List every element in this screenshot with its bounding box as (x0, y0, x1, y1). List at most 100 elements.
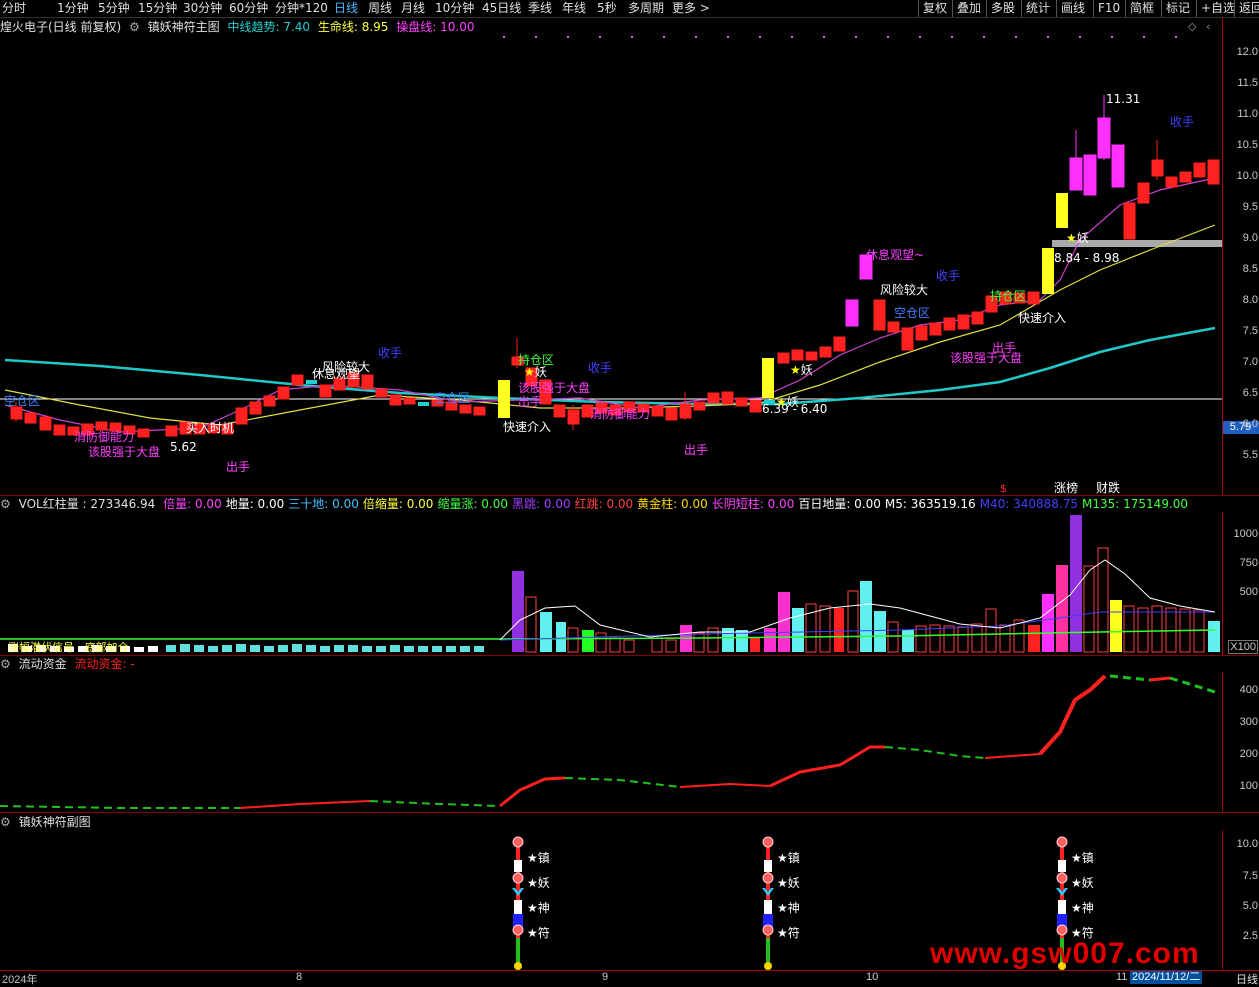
annotation-demon3: ★妖 (776, 395, 799, 409)
period-tab-60min[interactable]: 60分钟 (229, 0, 268, 17)
price-tick: 11.5 (1237, 77, 1258, 89)
period-tab-timeshare[interactable]: 分时 (2, 0, 26, 17)
panel-divider (0, 655, 1259, 656)
draw-line-button[interactable]: 画线 (1056, 0, 1089, 17)
annotation-rise: 涨榜 (1054, 480, 1078, 495)
period-tab-120min[interactable]: 分钟*120 (275, 0, 328, 17)
flow-title[interactable]: 流动资金 (19, 657, 67, 671)
f10-button[interactable]: F10 (1093, 0, 1124, 17)
signal-axis: 10.0 7.5 5.0 2.5 (1222, 830, 1259, 970)
price-axis: 12.0 11.5 11.0 10.5 10.0 9.5 9.0 8.5 8.0… (1222, 17, 1259, 495)
period-tab-multi[interactable]: 多周期 (628, 0, 664, 17)
flow-tick: 400 (1239, 684, 1258, 696)
volume-axis: 1000 750 500 X100 (1222, 512, 1259, 655)
vol-metric: 缩量涨: 0.00 (437, 497, 509, 511)
annotation-high: 11.31 (1106, 92, 1140, 106)
volume-chart[interactable]: 涨幅潜伏信号 · 底部加仓 (0, 512, 1222, 655)
price-tick: 12.0 (1236, 46, 1258, 58)
period-tab-5sec[interactable]: 5秒 (597, 0, 617, 17)
vol-left-text: 涨幅潜伏信号 · 底部加仓 (8, 640, 129, 654)
period-tab-30min[interactable]: 30分钟 (183, 0, 222, 17)
flow-line (0, 674, 1216, 809)
multi-stock-button[interactable]: 多股 (986, 0, 1019, 17)
svg-text:★神: ★神 (1071, 901, 1094, 915)
signal-tick: 7.5 (1242, 870, 1258, 882)
panel-divider (0, 812, 1259, 813)
flow-header: ⚙ 流动资金 流动资金: - (0, 656, 139, 672)
back-button[interactable]: 返回 (1234, 0, 1259, 17)
period-tab-5min[interactable]: 5分钟 (98, 0, 130, 17)
date-label: 2024年 (2, 974, 38, 986)
flow-tick: 300 (1239, 716, 1258, 728)
vol-metric: 长阴短柱: 0.00 (711, 497, 795, 511)
svg-text:★神: ★神 (777, 901, 800, 915)
annotation-close2: 收手 (588, 361, 612, 375)
period-tab-weekly[interactable]: 周线 (368, 0, 392, 17)
date-axis: 2024年 8 9 10 11 2024/11/12/二 日线 (0, 970, 1259, 987)
price-tick: 9.0 (1242, 232, 1258, 244)
chart-annotations: 11.31 5.62 6.39 - 6.40 8.84 - 8.98 买入时机 … (4, 92, 1194, 495)
period-indicator[interactable]: 日线 (1236, 971, 1258, 987)
vol-metric: M135: 175149.00 (1082, 497, 1189, 511)
price-tick: 6.5 (1242, 387, 1258, 399)
date-label: 9 (602, 971, 609, 983)
more-periods-button[interactable]: 更多 > (672, 0, 710, 17)
period-tab-daily[interactable]: 日线 (334, 0, 358, 17)
signal-column-1: ★镇 ★妖 ★神 ★符 (510, 835, 550, 970)
period-tab-quarter[interactable]: 季线 (528, 0, 552, 17)
annotation-buy: 买入时机 (186, 421, 234, 435)
annotation-strong2: 该股强于大盘 (518, 380, 590, 395)
svg-text:★镇: ★镇 (1071, 851, 1094, 865)
svg-text:★妖: ★妖 (777, 876, 800, 890)
volume-tick: 750 (1239, 557, 1258, 569)
annotation-out1: 出手 (226, 460, 250, 474)
volume-tick: 500 (1239, 586, 1258, 598)
annotation-strong3: 该股强于大盘 (950, 350, 1022, 365)
stats-button[interactable]: 统计 (1021, 0, 1054, 17)
sub-indicator-title[interactable]: 镇妖神符副图 (19, 815, 91, 829)
svg-text:★镇: ★镇 (777, 851, 800, 865)
period-tab-10min[interactable]: 10分钟 (435, 0, 474, 17)
flow-chart[interactable] (0, 672, 1222, 812)
period-tab-year[interactable]: 年线 (562, 0, 586, 17)
vol-metric: 倍量: 0.00 (163, 497, 222, 511)
svg-text:★符: ★符 (527, 925, 550, 940)
adjust-button[interactable]: 复权 (918, 0, 951, 17)
date-label: 11 (1116, 971, 1128, 983)
operate-line (4, 224, 1216, 426)
period-tab-1min[interactable]: 1分钟 (57, 0, 89, 17)
flow-tick: 100 (1239, 780, 1258, 792)
signal-column-2: ★镇 ★妖 ★神 ★符 (760, 835, 800, 970)
sub-settings-icon[interactable]: ⚙ (0, 815, 11, 829)
price-tick: 7.0 (1242, 356, 1258, 368)
mark-button[interactable]: 标记 (1161, 0, 1194, 17)
annotation-strong1: 该股强于大盘 (88, 444, 160, 459)
vol-settings-icon[interactable]: ⚙ (0, 497, 11, 511)
overlay-button[interactable]: 叠加 (952, 0, 985, 17)
add-favorite-button[interactable]: +自选 (1196, 0, 1239, 17)
cursor-date-box: 2024/11/12/二 (1130, 971, 1203, 984)
period-tab-45day[interactable]: 45日线 (482, 0, 521, 17)
date-label: 8 (296, 971, 303, 983)
svg-text:★神: ★神 (527, 901, 550, 915)
signal-tick: 5.0 (1242, 900, 1258, 912)
price-chart[interactable]: 11.31 5.62 6.39 - 6.40 8.84 - 8.98 买入时机 … (0, 17, 1222, 495)
sub-indicator-header: ⚙ 镇妖神符副图 (0, 814, 95, 830)
vol-metric: M40: 340888.75 (979, 497, 1079, 511)
period-tab-15min[interactable]: 15分钟 (138, 0, 177, 17)
annotation-low: 5.62 (170, 440, 197, 454)
flow-tick: 200 (1239, 748, 1258, 760)
signal-tick: 2.5 (1242, 930, 1258, 942)
annotation-close4: 收手 (1170, 115, 1194, 129)
price-tick: 5.5 (1242, 449, 1258, 461)
flow-settings-icon[interactable]: ⚙ (0, 657, 11, 671)
simple-frame-button[interactable]: 简框 (1125, 0, 1158, 17)
vol-metric: M5: 363519.16 (884, 497, 976, 511)
price-tick: 11.0 (1237, 108, 1258, 120)
annotation-fall: 财跌 (1096, 480, 1120, 495)
price-tick: 10.0 (1236, 170, 1258, 182)
price-tick: 9.5 (1242, 201, 1258, 213)
annotation-defend2: 消防御能力 (590, 406, 650, 421)
period-tab-monthly[interactable]: 月线 (401, 0, 425, 17)
vol-title[interactable]: VOL红柱量 : 273346.94 (19, 497, 156, 511)
